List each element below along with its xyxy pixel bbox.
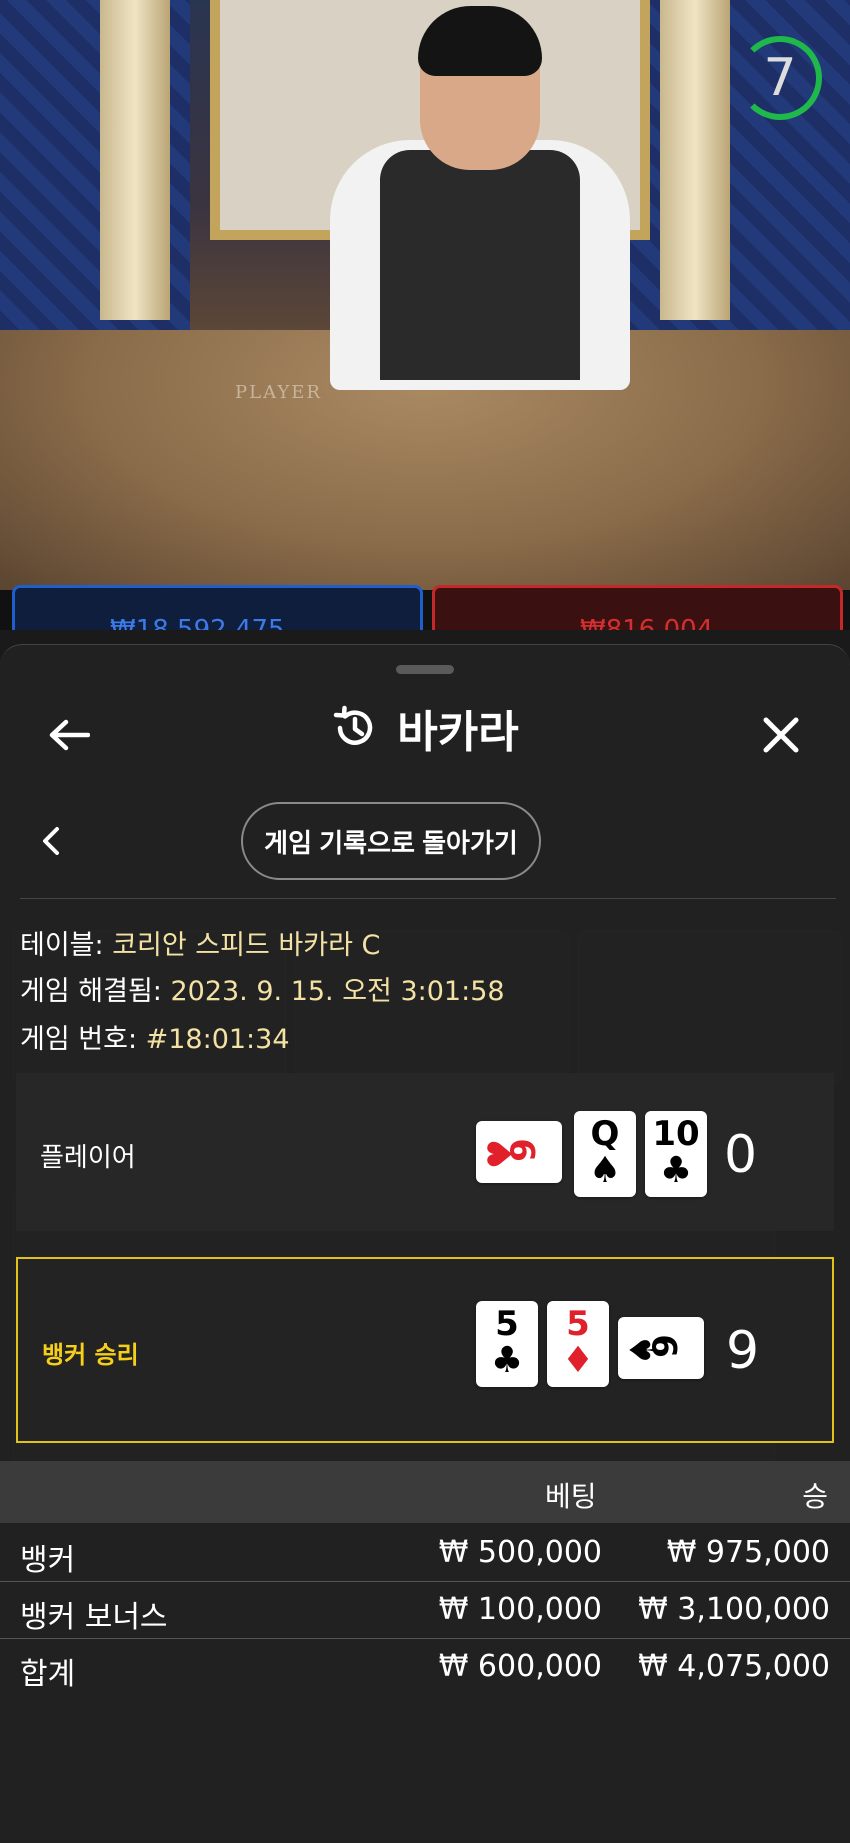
banker-score: 9 (726, 1321, 760, 1381)
col-bet: 베팅 (545, 1480, 597, 1513)
card-rank: 5 (495, 1304, 519, 1344)
col-win: 승 (802, 1480, 828, 1513)
previous-game-button[interactable] (36, 821, 66, 861)
table-row: 뱅커 보너스 ₩ 100,000 ₩ 3,100,000 (0, 1582, 850, 1639)
chevron-left-icon (43, 827, 59, 855)
card: 10 ♣ (645, 1111, 707, 1197)
win-amount: ₩ 3,100,000 (638, 1592, 830, 1627)
pillar (100, 0, 170, 320)
drag-handle[interactable] (396, 665, 454, 674)
game-history-sheet: 바카라 게임 기록으로 돌아가기 테이블: 코리안 스피드 바카라 C 게임 해… (0, 644, 850, 1843)
card: 9 ♥ (476, 1121, 562, 1183)
bet-amount: ₩ 600,000 (438, 1649, 602, 1684)
card-rank: 5 (566, 1304, 590, 1344)
player-score: 0 (724, 1125, 758, 1185)
win-amount: ₩ 975,000 (666, 1535, 830, 1570)
info-label: 게임 해결됨: (20, 976, 171, 1007)
club-icon: ♣ (490, 1340, 524, 1381)
round-timer: 7 (738, 36, 822, 120)
info-table: 테이블: 코리안 스피드 바카라 C (20, 923, 380, 962)
close-icon (763, 717, 799, 753)
win-amount: ₩ 4,075,000 (638, 1649, 830, 1684)
info-value: 코리안 스피드 바카라 C (112, 930, 381, 961)
heart-icon: ♥ (481, 1138, 522, 1170)
player-hand: 플레이어 9 ♥ Q ♠ 10 ♣ 0 (16, 1073, 834, 1231)
info-game-number: 게임 번호: #18:01:34 (20, 1017, 290, 1056)
sheet-header: 바카라 (0, 693, 850, 763)
banker-hand: 뱅커 승리 5 ♣ 5 ♦ 9 ♠ 9 (16, 1257, 834, 1443)
spade-icon: ♠ (588, 1150, 622, 1191)
info-resolved: 게임 해결됨: 2023. 9. 15. 오전 3:01:58 (20, 969, 505, 1008)
card: Q ♠ (574, 1111, 636, 1197)
back-to-history-button[interactable]: 게임 기록으로 돌아가기 (241, 802, 541, 880)
banker-win-label: 뱅커 승리 (42, 1341, 139, 1369)
card: 5 ♣ (476, 1301, 538, 1387)
card: 5 ♦ (547, 1301, 609, 1387)
table-row: 뱅커 ₩ 500,000 ₩ 975,000 (0, 1525, 850, 1582)
diamond-icon: ♦ (561, 1340, 595, 1381)
info-label: 테이블: (20, 930, 113, 961)
card: 9 ♠ (618, 1317, 704, 1379)
bet-amount: ₩ 100,000 (438, 1592, 602, 1627)
bet-name: 합계 (20, 1657, 76, 1692)
card-rank: 10 (652, 1114, 700, 1154)
player-label: 플레이어 (40, 1143, 136, 1173)
card-rank: Q (590, 1114, 620, 1154)
table-print: PLAYER (235, 382, 322, 403)
live-video: PLAYER 7 (0, 0, 850, 590)
bet-name: 뱅커 보너스 (20, 1600, 168, 1635)
spade-icon: ♠ (623, 1334, 664, 1366)
info-label: 게임 번호: (20, 1024, 146, 1055)
info-value: #18:01:34 (145, 1024, 290, 1055)
divider (20, 898, 836, 899)
sheet-title: 바카라 (397, 707, 519, 758)
club-icon: ♣ (659, 1150, 693, 1191)
table-row-total: 합계 ₩ 600,000 ₩ 4,075,000 (0, 1639, 850, 1695)
bets-table-header: 베팅 승 (0, 1461, 850, 1523)
history-icon (334, 705, 373, 745)
close-button[interactable] (756, 707, 806, 763)
bet-amount: ₩ 500,000 (438, 1535, 602, 1570)
info-value: 2023. 9. 15. 오전 3:01:58 (170, 976, 505, 1007)
bet-name: 뱅커 (20, 1543, 76, 1578)
wall-decoration (620, 0, 850, 330)
pillar (660, 0, 730, 320)
dealer-vest (380, 150, 580, 380)
